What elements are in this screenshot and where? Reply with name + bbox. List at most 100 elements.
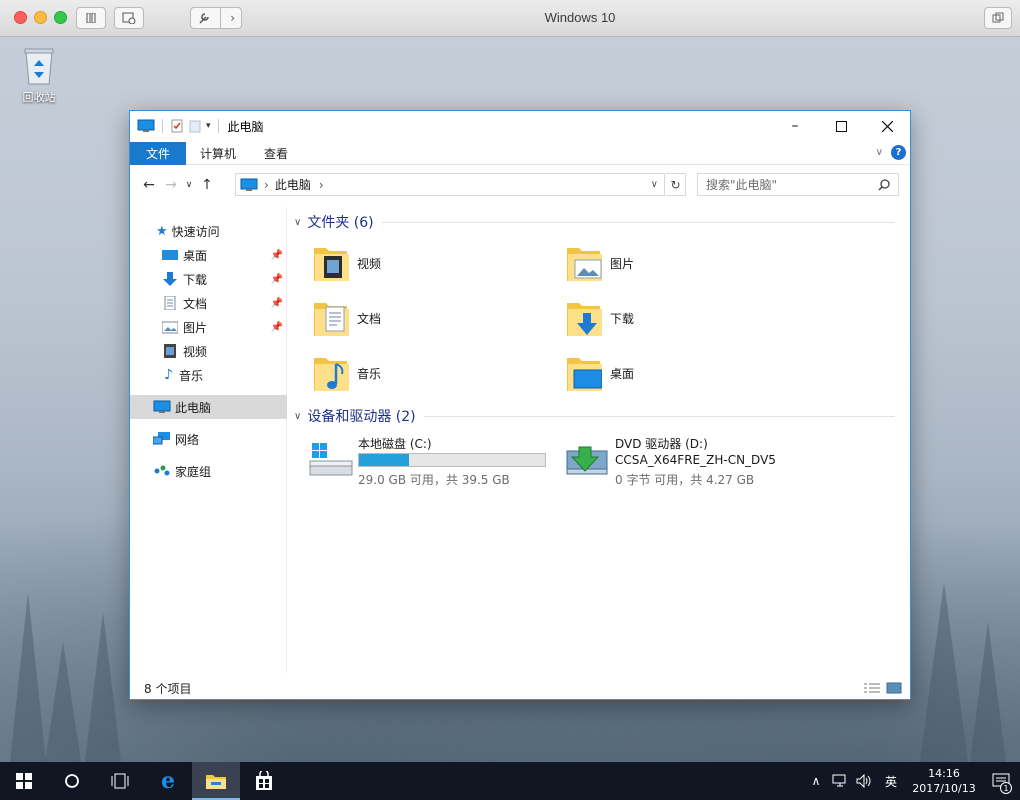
recent-locations-button[interactable]: ∨: [182, 174, 196, 196]
folder-label: 桌面: [610, 366, 635, 381]
folder-item-videos[interactable]: 视频: [312, 239, 562, 287]
nav-item-desktop[interactable]: 桌面 📌: [130, 243, 287, 267]
back-button[interactable]: ←: [138, 174, 160, 196]
drive-volume-label: CCSA_X64FRE_ZH-CN_DV5: [615, 453, 776, 467]
help-icon[interactable]: ?: [891, 145, 906, 160]
folder-item-documents[interactable]: 文档: [312, 294, 562, 342]
show-hidden-icons-button[interactable]: ∧: [804, 762, 828, 800]
nav-label: 网络: [175, 432, 200, 447]
nav-item-pictures[interactable]: 图片 📌: [130, 315, 287, 339]
pictures-icon: [162, 321, 178, 334]
vm-titlebar: › Windows 10: [0, 0, 1020, 37]
edge-button[interactable]: e: [144, 762, 192, 800]
chevron-up-icon: ∧: [811, 774, 821, 788]
store-bag-icon: [256, 771, 272, 790]
recycle-bin-shortcut[interactable]: 回收站: [14, 46, 64, 105]
disk-usage-fill: [359, 454, 410, 466]
tab-view[interactable]: 查看: [250, 142, 302, 165]
devices-group-header[interactable]: ∨ 设备和驱动器 (2): [288, 405, 903, 427]
drive-item-c[interactable]: 本地磁盘 (C:) 29.0 GB 可用，共 39.5 GB: [308, 435, 558, 487]
nav-label: 文档: [183, 296, 208, 311]
group-title: 设备和驱动器 (2): [307, 409, 416, 425]
folder-label: 图片: [610, 256, 635, 271]
nav-label: 快速访问: [171, 224, 220, 239]
search-input[interactable]: 搜索"此电脑": [697, 173, 899, 196]
address-dropdown-icon[interactable]: ∨: [651, 179, 658, 190]
nav-item-videos[interactable]: 视频: [130, 339, 287, 363]
tab-file[interactable]: 文件: [130, 141, 187, 165]
window-title: 此电脑: [227, 119, 264, 134]
action-center-button[interactable]: 1: [982, 762, 1020, 800]
network-status-button[interactable]: [828, 762, 852, 800]
expand-ribbon-icon[interactable]: ∨: [876, 147, 883, 158]
arrow-up-icon: ↑: [201, 177, 213, 193]
nav-item-downloads[interactable]: 下载 📌: [130, 267, 287, 291]
folder-item-desktop[interactable]: 桌面: [565, 349, 815, 397]
folder-label: 视频: [357, 256, 382, 271]
nav-quick-access[interactable]: ★ 快速访问: [130, 219, 287, 243]
start-button[interactable]: [0, 762, 48, 800]
nav-item-this-pc[interactable]: 此电脑: [130, 395, 287, 419]
task-view-icon: [111, 773, 129, 789]
ime-indicator[interactable]: 英: [876, 762, 906, 800]
maximize-button[interactable]: [818, 111, 864, 141]
file-explorer-window: ▾ 此电脑 – 文件 计算机 查看 ∨ ? ← → ∨ ↑ › 此电脑 › ∨ …: [129, 110, 911, 700]
group-title: 文件夹 (6): [307, 215, 374, 231]
new-folder-icon[interactable]: [188, 119, 202, 133]
nav-label: 家庭组: [175, 464, 212, 479]
address-bar[interactable]: › 此电脑 › ∨: [235, 173, 665, 196]
dvd-drive-icon: [566, 446, 608, 475]
folder-item-downloads[interactable]: 下载: [565, 294, 815, 342]
breadcrumb-this-pc[interactable]: 此电脑: [275, 176, 311, 193]
navigation-pane: ★ 快速访问 桌面 📌 下载 📌 文档 📌 图片 📌 视频 ♪ 音乐 此电脑 网…: [130, 207, 287, 673]
nav-item-homegroup[interactable]: 家庭组: [130, 459, 287, 483]
forward-button[interactable]: →: [160, 174, 182, 196]
customize-toolbar-icon[interactable]: ▾: [206, 121, 211, 131]
network-icon: [153, 432, 170, 445]
fullscreen-button[interactable]: [984, 7, 1012, 29]
properties-icon[interactable]: [170, 119, 184, 133]
wallpaper-tree: [970, 622, 1006, 762]
cortana-button[interactable]: [48, 762, 96, 800]
chevron-down-icon: ∨: [294, 410, 302, 422]
folder-item-music[interactable]: 音乐: [312, 349, 562, 397]
desktop-folder-icon: [567, 358, 602, 391]
minimize-button[interactable]: –: [772, 111, 818, 141]
tab-computer[interactable]: 计算机: [186, 142, 250, 165]
close-button[interactable]: [864, 111, 910, 141]
music-folder-icon: [314, 358, 349, 391]
drive-space-text: 0 字节 可用，共 4.27 GB: [615, 473, 755, 487]
wallpaper-tree: [85, 612, 121, 762]
this-pc-icon: [240, 178, 258, 191]
clock[interactable]: 14:16 2017/10/13: [906, 766, 982, 796]
vm-window-title: Windows 10: [544, 10, 616, 25]
details-view-icon[interactable]: [864, 682, 880, 694]
maximize-icon: [835, 120, 847, 132]
folders-group-header[interactable]: ∨ 文件夹 (6): [288, 211, 903, 233]
breadcrumb-separator-icon[interactable]: ›: [319, 178, 324, 192]
store-button[interactable]: [240, 762, 288, 800]
up-button[interactable]: ↑: [196, 174, 218, 196]
folder-label: 文档: [357, 311, 382, 326]
file-explorer-taskbar-button[interactable]: [192, 762, 240, 800]
recycle-bin-icon: [22, 46, 56, 86]
drive-item-d[interactable]: DVD 驱动器 (D:) CCSA_X64FRE_ZH-CN_DV5 0 字节 …: [565, 435, 815, 487]
downloads-folder-icon: [567, 303, 602, 336]
volume-button[interactable]: [852, 762, 876, 800]
refresh-button[interactable]: ↻: [666, 173, 686, 196]
large-icons-view-icon[interactable]: [886, 682, 902, 694]
clock-date: 2017/10/13: [912, 782, 976, 795]
nav-item-documents[interactable]: 文档 📌: [130, 291, 287, 315]
chevron-down-icon: ∨: [185, 180, 193, 190]
task-view-button[interactable]: [96, 762, 144, 800]
documents-folder-icon: [314, 303, 349, 336]
wallpaper-tree: [920, 582, 968, 762]
search-icon: [878, 178, 890, 191]
file-explorer-icon: [206, 775, 226, 789]
pin-icon: 📌: [270, 249, 283, 261]
nav-item-network[interactable]: 网络: [130, 427, 287, 451]
folder-item-pictures[interactable]: 图片: [565, 239, 815, 287]
drive-name: DVD 驱动器 (D:): [615, 437, 708, 451]
folder-label: 音乐: [357, 366, 382, 381]
nav-item-music[interactable]: ♪ 音乐: [130, 363, 287, 387]
